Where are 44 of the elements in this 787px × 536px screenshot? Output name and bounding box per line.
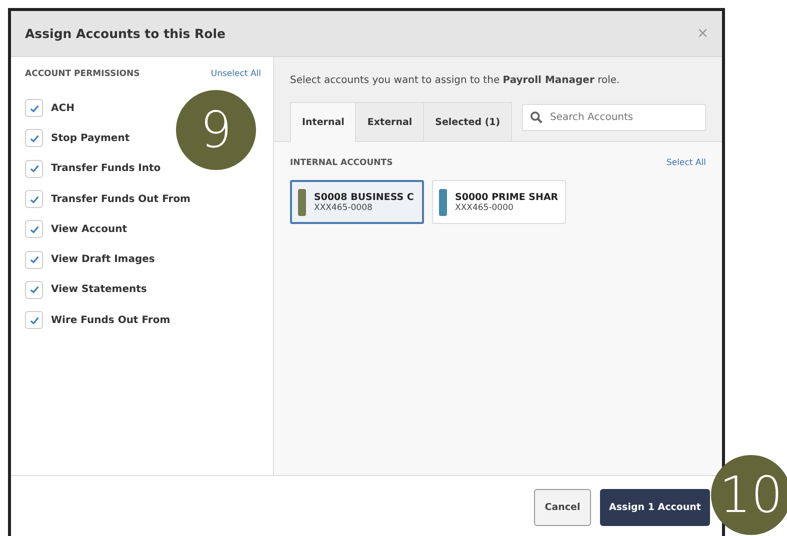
instruction-text: Select accounts you want to assign to the Payroll Manager role. (290, 75, 621, 86)
permission-label: Wire Funds Out From (51, 314, 170, 326)
checkbox[interactable] (25, 280, 43, 299)
checkbox[interactable] (25, 250, 43, 269)
account-card[interactable]: S0008 BUSINESS C XXX465-0008 (290, 180, 424, 224)
check-icon (28, 163, 40, 174)
permission-label: View Statements (51, 284, 147, 296)
dialog-title: Assign Accounts to this Role (25, 26, 226, 41)
account-number: XXX465-0008 (314, 202, 374, 212)
step-badge: 10 (711, 455, 787, 535)
check-icon (28, 102, 40, 114)
account-name: S0008 BUSINESS C (314, 192, 414, 202)
search-icon (530, 111, 543, 124)
check-icon (28, 284, 40, 296)
permission-label: Transfer Funds Into (51, 163, 161, 174)
checkbox[interactable] (25, 160, 43, 178)
permission-label: View Draft Images (51, 254, 155, 266)
check-icon (28, 224, 40, 235)
checkbox[interactable] (25, 220, 43, 238)
section-heading: ACCOUNT PERMISSIONS (25, 69, 140, 79)
unselect-all-link[interactable]: Unselect All (210, 69, 261, 79)
section-heading: INTERNAL ACCOUNTS (290, 158, 393, 168)
account-number: XXX465-0000 (455, 202, 514, 212)
check-icon (28, 314, 40, 326)
tab[interactable]: External (355, 102, 424, 141)
permission-label: View Account (51, 224, 127, 235)
checkbox[interactable] (25, 99, 43, 118)
account-card[interactable]: S0000 PRIME SHAR XXX465-0000 (432, 180, 566, 224)
check-icon (28, 132, 40, 144)
permission-label: ACH (51, 102, 74, 114)
permission-label: Transfer Funds Out From (51, 194, 190, 205)
checkbox[interactable] (25, 311, 43, 330)
tab[interactable]: Selected (1) (423, 102, 512, 141)
cancel-button[interactable]: Cancel (534, 489, 591, 526)
assign-button[interactable]: Assign 1 Account (600, 489, 710, 526)
check-icon (28, 254, 40, 266)
checkbox[interactable] (25, 190, 43, 208)
check-icon (28, 194, 40, 205)
search-field[interactable]: Search Accounts (522, 104, 706, 131)
account-name: S0000 PRIME SHAR (455, 192, 558, 202)
permission-label: Stop Payment (51, 132, 130, 144)
select-all-link[interactable]: Select All (666, 158, 706, 168)
tab[interactable]: Internal (290, 102, 356, 142)
checkbox[interactable] (25, 129, 43, 148)
